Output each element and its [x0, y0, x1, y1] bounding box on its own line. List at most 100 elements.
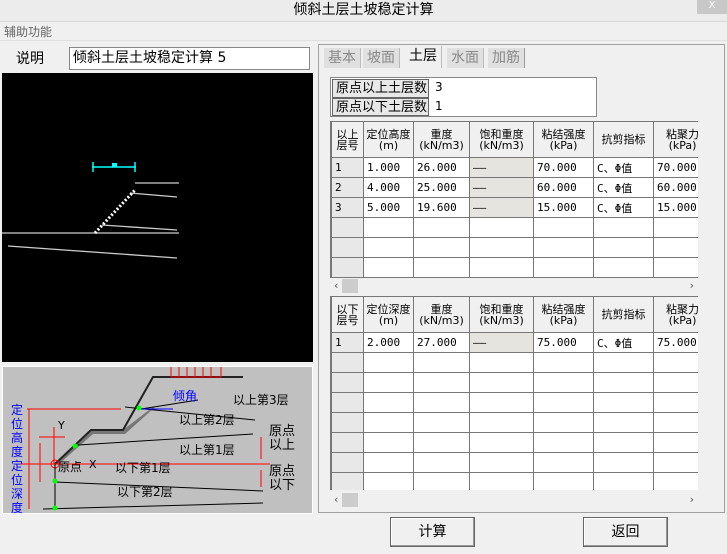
- table-cell[interactable]: [331, 452, 364, 473]
- table-cell[interactable]: 75.000: [533, 332, 594, 353]
- table-cell[interactable]: ——: [469, 157, 534, 178]
- above-table-hscrollbar[interactable]: ‹ ›: [330, 279, 698, 293]
- table-cell[interactable]: [363, 452, 414, 473]
- table-cell[interactable]: 75.000: [653, 332, 698, 353]
- table-cell[interactable]: C、Φ值: [593, 177, 654, 198]
- table-cell[interactable]: C、Φ值: [593, 157, 654, 178]
- tab-basic[interactable]: 基本: [324, 48, 361, 68]
- table-cell[interactable]: 3: [331, 197, 364, 218]
- table-cell[interactable]: [533, 452, 594, 473]
- table-cell[interactable]: [331, 352, 364, 373]
- calculate-button[interactable]: 计算: [390, 517, 475, 547]
- table-cell[interactable]: [533, 372, 594, 393]
- table-cell[interactable]: [593, 452, 654, 473]
- below-layers-table[interactable]: 以下层号 定位深度(m) 重度(kN/m3) 饱和重度(kN/m3) 粘结强度(kPa)…: [330, 296, 698, 490]
- table-cell[interactable]: [593, 352, 654, 373]
- table-cell[interactable]: [533, 432, 594, 453]
- back-button[interactable]: 返回: [583, 517, 668, 547]
- tab-reinforcement[interactable]: 加筋: [488, 48, 525, 68]
- table-cell[interactable]: C、Φ值: [593, 197, 654, 218]
- table-row[interactable]: [331, 472, 698, 490]
- table-cell[interactable]: 60.000: [653, 177, 698, 198]
- table-row[interactable]: 2 4.000 25.000 —— 60.000 C、Φ值 60.000: [331, 177, 698, 198]
- table-cell[interactable]: [653, 432, 698, 453]
- table-cell[interactable]: [469, 257, 534, 278]
- table-cell[interactable]: [469, 372, 534, 393]
- table-cell[interactable]: [533, 412, 594, 433]
- table-row[interactable]: [331, 412, 698, 433]
- below-table-hscrollbar[interactable]: ‹ ›: [330, 493, 698, 507]
- table-row[interactable]: [331, 237, 698, 258]
- table-cell[interactable]: [469, 237, 534, 258]
- table-cell[interactable]: 4.000: [363, 177, 414, 198]
- table-cell[interactable]: 60.000: [533, 177, 594, 198]
- menu-aux-functions[interactable]: 辅助功能: [4, 25, 52, 39]
- close-button[interactable]: X: [697, 0, 727, 14]
- table-cell[interactable]: [413, 237, 470, 258]
- above-layers-table[interactable]: 以上层号 定位高度(m) 重度(kN/m3) 饱和重度(kN/m3) 粘结强度(kPa)…: [330, 121, 698, 278]
- above-count-input[interactable]: 3: [435, 80, 443, 94]
- table-cell[interactable]: [363, 472, 414, 490]
- table-cell[interactable]: [363, 352, 414, 373]
- table-cell[interactable]: [593, 472, 654, 490]
- table-cell[interactable]: [331, 372, 364, 393]
- table-cell[interactable]: [331, 392, 364, 413]
- table-row[interactable]: [331, 392, 698, 413]
- table-cell[interactable]: [653, 352, 698, 373]
- table-cell[interactable]: ——: [469, 177, 534, 198]
- table-cell[interactable]: [653, 452, 698, 473]
- table-row[interactable]: [331, 352, 698, 373]
- table-cell[interactable]: [363, 432, 414, 453]
- table-cell[interactable]: [363, 372, 414, 393]
- table-cell[interactable]: 2.000: [363, 332, 414, 353]
- tab-water[interactable]: 水面: [447, 48, 484, 68]
- table-cell[interactable]: [469, 352, 534, 373]
- table-cell[interactable]: [653, 257, 698, 278]
- table-cell[interactable]: [413, 257, 470, 278]
- table-cell[interactable]: C、Φ值: [593, 332, 654, 353]
- table-cell[interactable]: [593, 217, 654, 238]
- table-cell[interactable]: [469, 392, 534, 413]
- table-cell[interactable]: [363, 412, 414, 433]
- table-cell[interactable]: [533, 257, 594, 278]
- table-cell[interactable]: [413, 472, 470, 490]
- table-cell[interactable]: 1.000: [363, 157, 414, 178]
- table-cell[interactable]: [593, 257, 654, 278]
- table-cell[interactable]: 19.600: [413, 197, 470, 218]
- table-cell[interactable]: [363, 237, 414, 258]
- table-cell[interactable]: [653, 472, 698, 490]
- table-cell[interactable]: [593, 432, 654, 453]
- table-cell[interactable]: 5.000: [363, 197, 414, 218]
- table-row[interactable]: [331, 432, 698, 453]
- table-cell[interactable]: [533, 472, 594, 490]
- table-cell[interactable]: 2: [331, 177, 364, 198]
- table-cell[interactable]: [469, 472, 534, 490]
- table-cell[interactable]: [413, 352, 470, 373]
- table-cell[interactable]: [533, 237, 594, 258]
- table-cell[interactable]: [593, 392, 654, 413]
- table-cell[interactable]: [653, 372, 698, 393]
- table-cell[interactable]: ——: [469, 197, 534, 218]
- table-cell[interactable]: 25.000: [413, 177, 470, 198]
- table-row[interactable]: [331, 372, 698, 393]
- description-input[interactable]: 倾斜土层土坡稳定计算 5: [69, 47, 310, 70]
- table-cell[interactable]: [331, 432, 364, 453]
- below-count-input[interactable]: 1: [435, 99, 443, 113]
- table-cell[interactable]: [331, 472, 364, 490]
- table-cell[interactable]: [469, 452, 534, 473]
- table-cell[interactable]: 1: [331, 157, 364, 178]
- table-row[interactable]: [331, 217, 698, 238]
- table-cell[interactable]: 70.000: [653, 157, 698, 178]
- table-cell[interactable]: [413, 372, 470, 393]
- tab-slope[interactable]: 坡面: [363, 48, 400, 68]
- table-cell[interactable]: 70.000: [533, 157, 594, 178]
- table-cell[interactable]: [593, 412, 654, 433]
- table-cell[interactable]: [533, 392, 594, 413]
- table-row[interactable]: 1 1.000 26.000 —— 70.000 C、Φ值 70.000: [331, 157, 698, 178]
- table-row[interactable]: 1 2.000 27.000 —— 75.000 C、Φ值 75.000: [331, 332, 698, 353]
- table-cell[interactable]: [413, 392, 470, 413]
- table-cell[interactable]: ——: [469, 332, 534, 353]
- table-cell[interactable]: [331, 217, 364, 238]
- table-cell[interactable]: [653, 237, 698, 258]
- tab-soil-layer[interactable]: 土层: [405, 46, 442, 68]
